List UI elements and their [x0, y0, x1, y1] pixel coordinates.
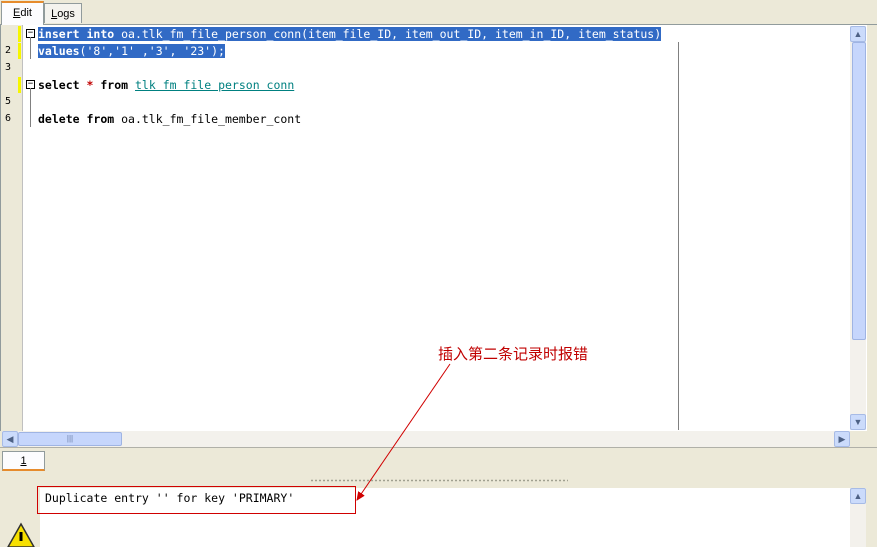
sql-keyword: insert	[38, 27, 80, 41]
code-token: oa.tlk_fm_file_person_conn(item_file_ID,…	[114, 27, 662, 41]
scroll-right-button[interactable]: ▶	[834, 431, 850, 447]
line-number: 6	[5, 113, 12, 124]
code-line[interactable]: delete from oa.tlk_fm_file_member_cont	[38, 111, 301, 127]
right-margin-line	[678, 42, 679, 430]
tab-edit-label: dit	[20, 7, 32, 19]
editor-horizontal-scrollbar[interactable]	[2, 431, 850, 447]
code-line[interactable]: insert into oa.tlk_fm_file_person_conn(i…	[38, 26, 662, 42]
fold-guide	[30, 37, 31, 59]
annotation-text: 插入第二条记录时报错	[438, 345, 589, 363]
code-line[interactable]: values('8','1' ,'3', '23');	[38, 43, 225, 59]
code-token: oa.tlk_fm_file_member_cont	[114, 112, 302, 126]
result-tab-1[interactable]: 1	[2, 451, 45, 471]
tab-strip	[0, 0, 877, 25]
code-line[interactable]: select * from tlk fm file person conn	[38, 77, 294, 93]
line-number: 3	[5, 62, 12, 73]
message-scrollbar[interactable]: ▲	[850, 488, 866, 547]
change-marker	[18, 43, 21, 59]
sql-keyword: from	[100, 78, 129, 92]
sql-keyword: select	[38, 78, 80, 92]
tab-logs[interactable]: Logs	[44, 3, 82, 23]
sql-editor[interactable]: insert into oa.tlk_fm_file_person_conn(i…	[0, 25, 867, 431]
change-marker	[18, 26, 21, 42]
sql-keyword: into	[86, 27, 115, 41]
tab-logs-label: ogs	[57, 8, 75, 20]
vertical-scroll-thumb[interactable]	[852, 42, 866, 340]
scroll-down-button[interactable]: ▼	[850, 414, 866, 430]
code-token: ('8','1' ,'3', '23');	[79, 44, 225, 58]
sql-keyword: delete	[38, 112, 80, 126]
sql-keyword: values	[38, 44, 80, 58]
splitter-grip[interactable]	[310, 479, 568, 482]
horizontal-scroll-thumb[interactable]: |||	[18, 432, 122, 446]
scroll-up-button[interactable]: ▲	[850, 26, 866, 42]
scroll-left-button[interactable]: ◀	[2, 431, 18, 447]
table-link[interactable]: tlk fm file person conn	[135, 78, 294, 92]
message-scroll-up-button[interactable]: ▲	[850, 488, 866, 504]
fold-guide	[30, 88, 31, 127]
result-tab-strip	[0, 447, 877, 474]
change-marker	[18, 77, 21, 93]
error-highlight-box	[37, 486, 356, 514]
line-number: 5	[5, 96, 12, 107]
tab-edit[interactable]: Edit	[1, 1, 44, 25]
warning-icon	[7, 522, 35, 547]
sql-keyword: from	[86, 112, 115, 126]
line-number: 2	[5, 45, 12, 56]
